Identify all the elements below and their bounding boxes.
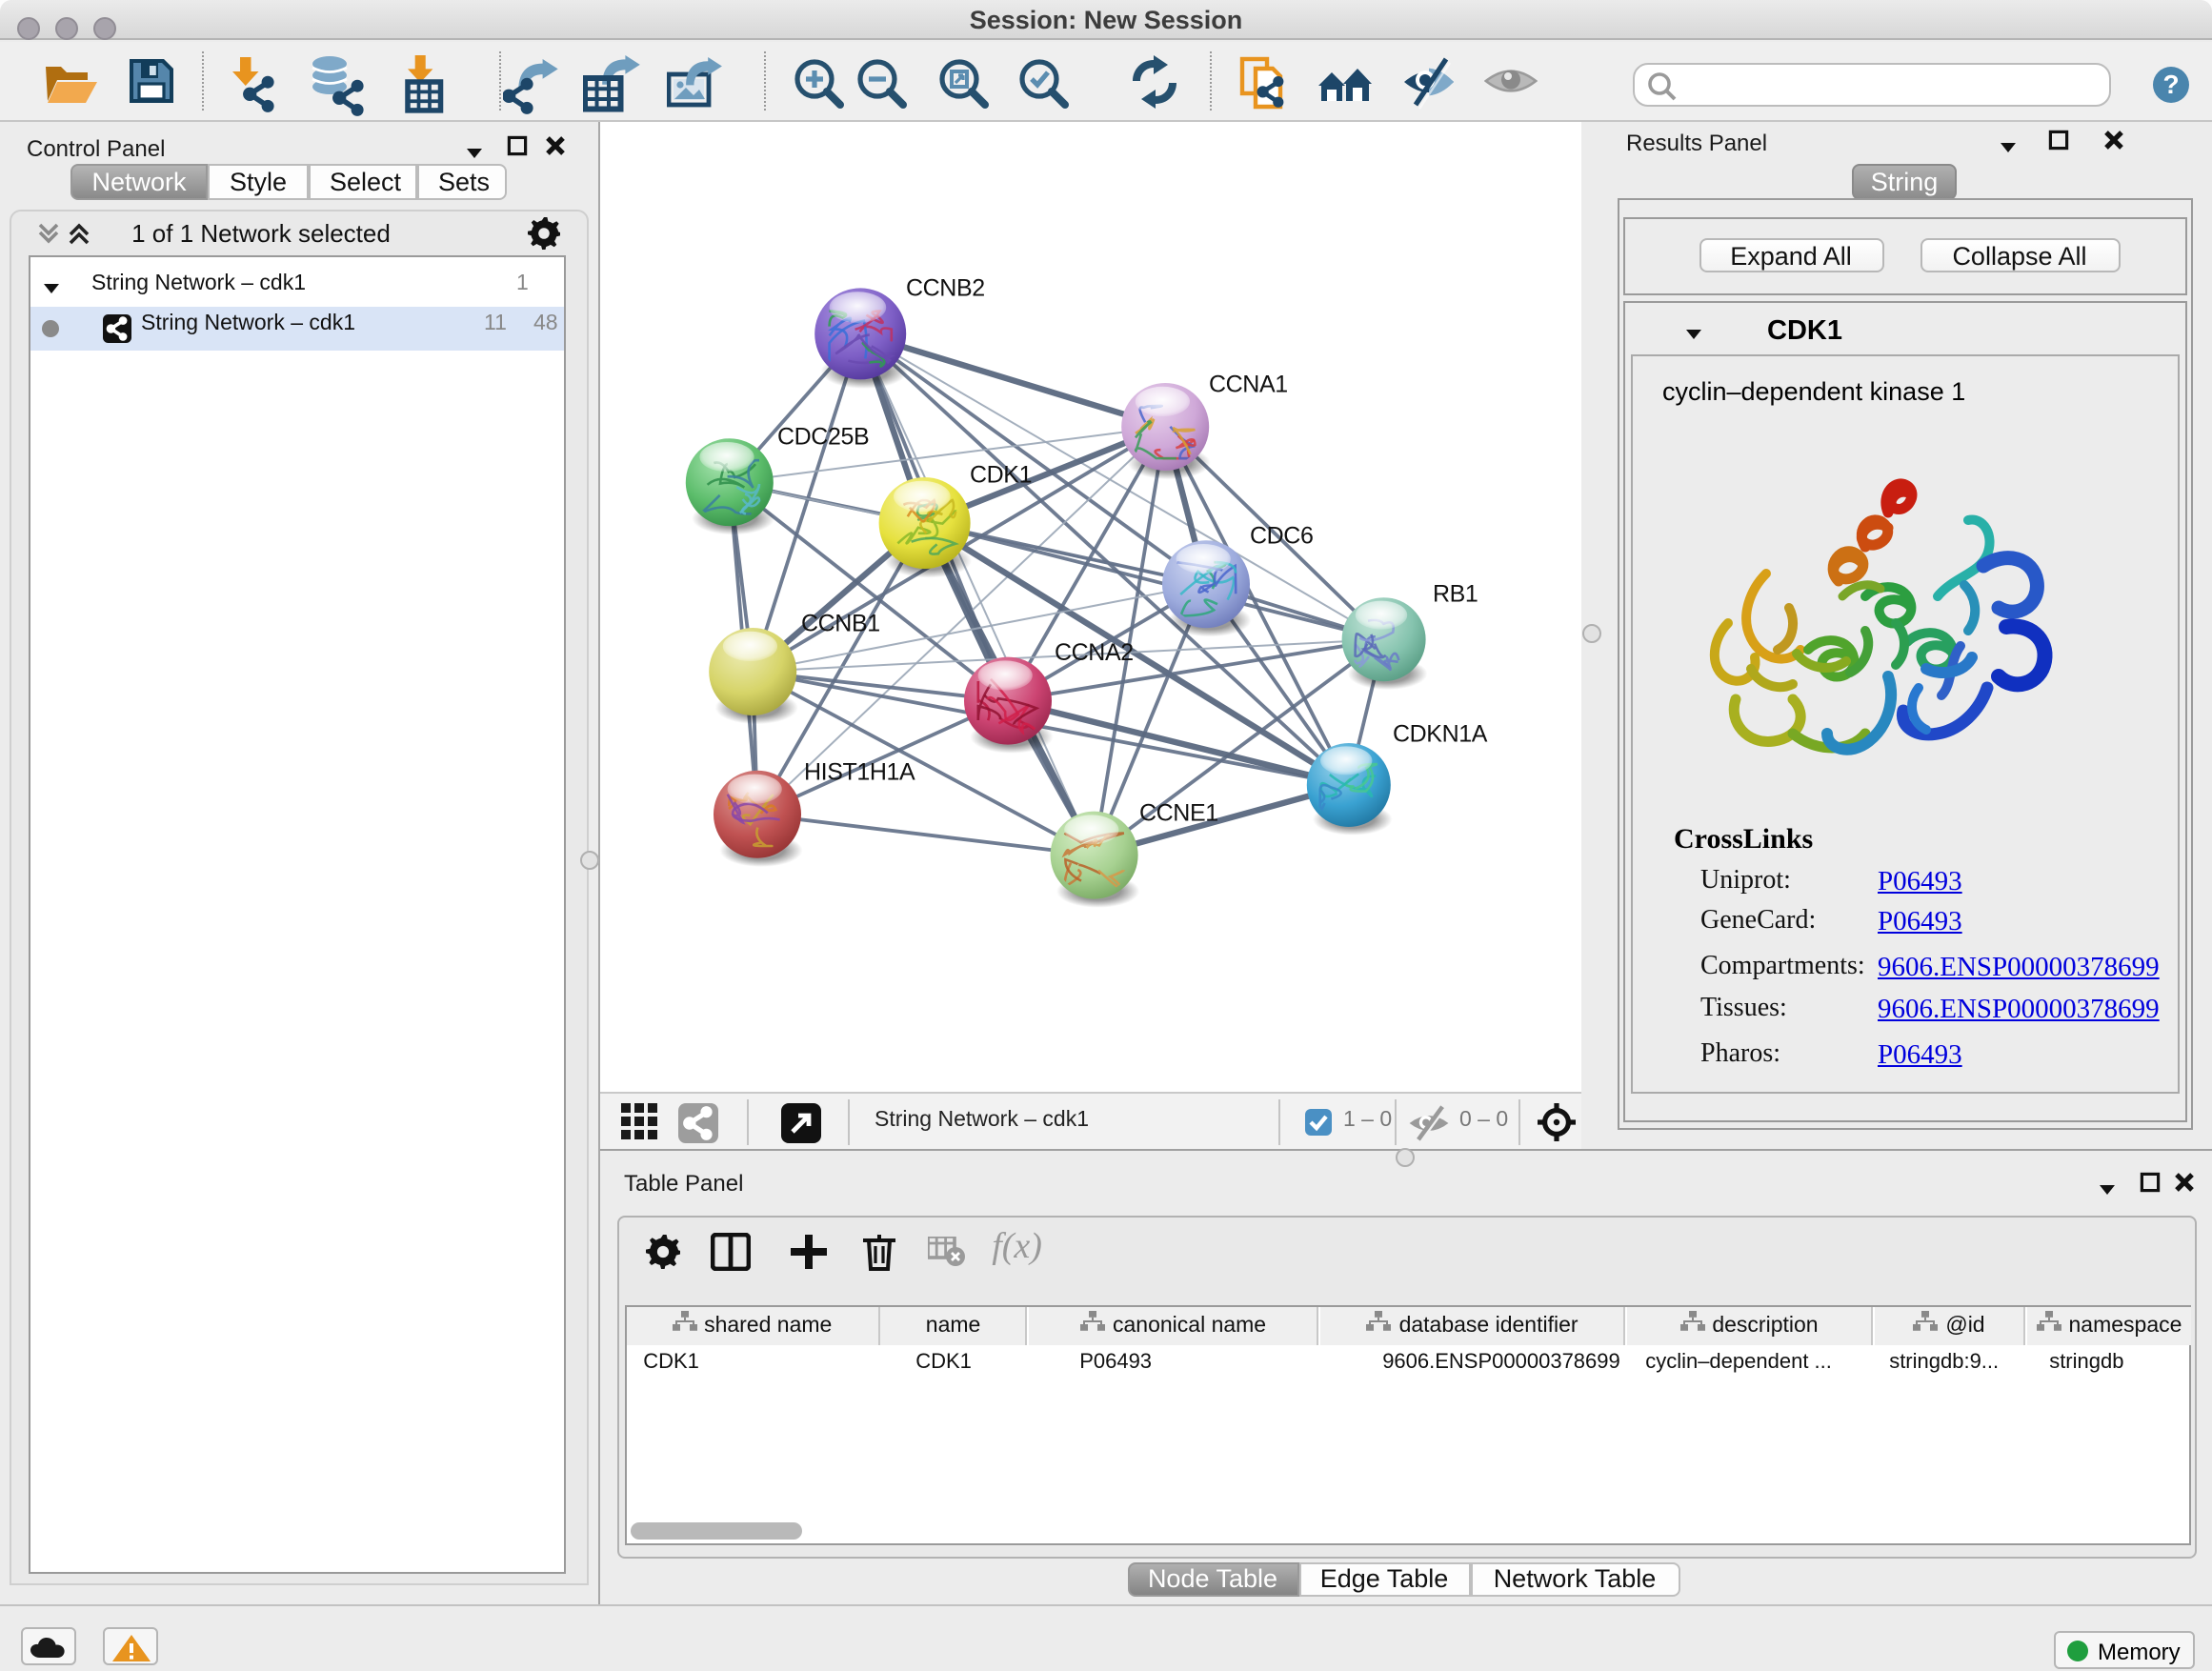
svg-text:CCNA1: CCNA1 (1209, 371, 1288, 397)
svg-text:CDKN1A: CDKN1A (1393, 720, 1488, 747)
svg-text:CCNE1: CCNE1 (1139, 799, 1218, 826)
svg-text:RB1: RB1 (1433, 580, 1478, 607)
svg-text:HIST1H1A: HIST1H1A (804, 758, 915, 785)
svg-text:CDK1: CDK1 (970, 461, 1032, 488)
svg-text:CCNB2: CCNB2 (906, 274, 985, 301)
svg-text:CCNB1: CCNB1 (801, 610, 880, 636)
svg-text:CCNA2: CCNA2 (1055, 639, 1134, 666)
svg-text:CDC25B: CDC25B (777, 423, 869, 450)
svg-text:CDC6: CDC6 (1250, 522, 1313, 549)
